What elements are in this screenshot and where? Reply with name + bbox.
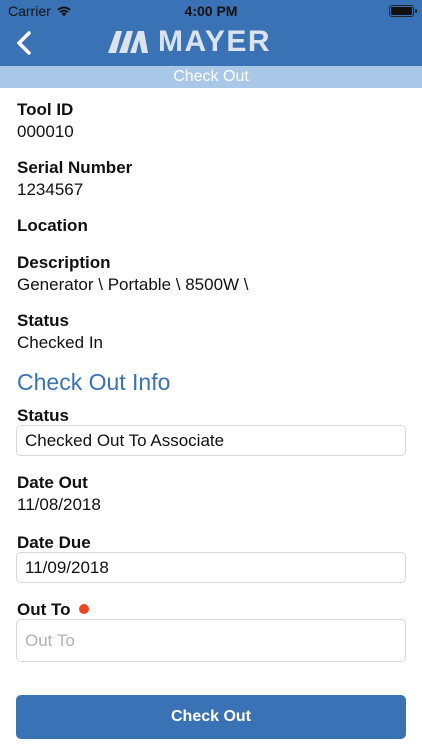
location-label: Location <box>17 216 88 235</box>
out-to-label-row: Out To <box>17 600 89 620</box>
date-due-field[interactable]: 11/09/2018 <box>16 552 406 583</box>
status-label: Status <box>17 311 69 330</box>
out-to-input[interactable]: Out To <box>16 619 406 662</box>
battery-icon <box>389 5 417 17</box>
required-indicator <box>78 604 89 614</box>
status-value: Checked In <box>17 333 103 352</box>
description-value: Generator \ Portable \ 8500W \ <box>17 275 249 294</box>
chevron-left-icon <box>17 31 31 55</box>
out-to-label: Out To <box>17 600 71 619</box>
mayer-logo: MAYER <box>108 25 272 58</box>
clock: 4:00 PM <box>184 3 238 19</box>
check-out-info-heading: Check Out Info <box>17 369 171 395</box>
date-out-value: 11/08/2018 <box>17 495 101 514</box>
battery-fill <box>391 7 412 15</box>
description-label: Description <box>17 253 111 272</box>
tool-id-label: Tool ID <box>17 100 74 119</box>
date-due-label: Date Due <box>17 533 91 552</box>
check-out-button[interactable]: Check Out <box>16 695 406 739</box>
tool-id-value: 000010 <box>17 122 74 141</box>
back-button[interactable] <box>12 28 38 58</box>
logo-mark-icon <box>108 31 148 53</box>
app-header: Carrier 4:00 PM MAYER <box>0 0 422 66</box>
checkout-status-label: Status <box>17 406 69 425</box>
logo-text: MAYER <box>158 25 272 58</box>
serial-number-value: 1234567 <box>17 180 84 199</box>
serial-number-label: Serial Number <box>17 158 133 177</box>
status-bar: Carrier 4:00 PM <box>0 0 422 22</box>
checkout-status-field[interactable]: Checked Out To Associate <box>16 425 406 456</box>
date-out-label: Date Out <box>17 473 88 492</box>
page-title: Check Out <box>0 66 422 88</box>
